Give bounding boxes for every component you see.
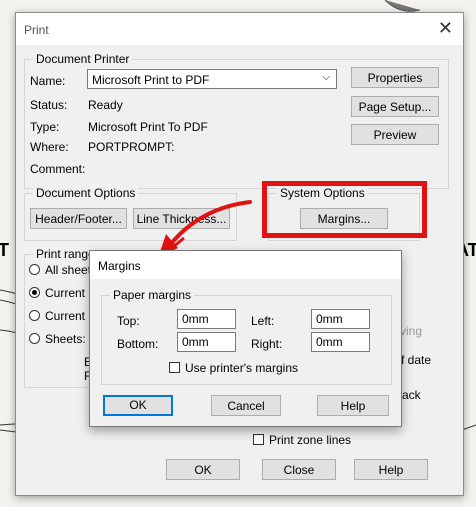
- status-value: Ready: [88, 98, 123, 112]
- top-input[interactable]: 0mm: [177, 309, 236, 329]
- comment-label: Comment:: [30, 162, 86, 176]
- document-options-label: Document Options: [33, 186, 139, 200]
- type-value: Microsoft Print To PDF: [88, 120, 208, 134]
- current-sheet-radio-1[interactable]: [29, 287, 40, 298]
- left-input[interactable]: 0mm: [311, 309, 370, 329]
- properties-button[interactable]: Properties: [351, 67, 439, 88]
- sheets-radio[interactable]: [29, 333, 40, 344]
- name-label: Name:: [30, 74, 66, 88]
- print-title: Print: [24, 23, 49, 37]
- chevron-down-icon: ⌵: [322, 72, 330, 83]
- where-label: Where:: [30, 140, 69, 154]
- margins-cancel-button[interactable]: Cancel: [211, 395, 281, 416]
- bg-text-left: T: [0, 240, 9, 260]
- right-label: Right:: [251, 337, 283, 351]
- partial-ack: ack: [402, 388, 421, 402]
- margins-dialog: Margins Paper margins Top: 0mm Left: 0mm…: [89, 250, 402, 427]
- current-sheet-label-2: Current s: [45, 309, 95, 323]
- type-label: Type:: [30, 120, 60, 134]
- bottom-input[interactable]: 0mm: [177, 332, 236, 352]
- top-label: Top:: [117, 314, 140, 328]
- highlight-box: [262, 181, 427, 238]
- sheets-label: Sheets:: [45, 332, 86, 346]
- margins-titlebar: Margins: [90, 251, 401, 279]
- bottom-label: Bottom:: [117, 337, 159, 351]
- help-button[interactable]: Help: [354, 459, 428, 480]
- ok-button[interactable]: OK: [166, 459, 240, 480]
- print-range-label: Print range: [33, 247, 98, 261]
- header-footer-button[interactable]: Header/Footer...: [30, 208, 127, 229]
- printer-name-value: Microsoft Print to PDF: [92, 73, 210, 87]
- page-setup-button[interactable]: Page Setup...: [351, 96, 439, 117]
- print-zone-lines-checkbox[interactable]: [253, 434, 264, 445]
- all-sheets-label: All sheet: [45, 263, 92, 277]
- margins-ok-button[interactable]: OK: [103, 395, 173, 416]
- where-value: PORTPROMPT:: [88, 140, 175, 154]
- margins-title: Margins: [98, 259, 141, 273]
- current-sheet-label-1: Current s: [45, 286, 95, 300]
- print-titlebar: Print ✕: [16, 13, 463, 45]
- right-input[interactable]: 0mm: [311, 332, 370, 352]
- print-zone-lines-label: Print zone lines: [269, 433, 352, 447]
- partial-ving: ving: [400, 324, 423, 338]
- partial-date: f date: [401, 353, 432, 367]
- close-button[interactable]: Close: [262, 459, 336, 480]
- margins-help-button[interactable]: Help: [317, 395, 389, 416]
- status-label: Status:: [30, 98, 68, 112]
- all-sheets-radio[interactable]: [29, 264, 40, 275]
- use-printer-margins-checkbox[interactable]: [169, 362, 180, 373]
- preview-button[interactable]: Preview: [351, 124, 439, 145]
- paper-margins-label: Paper margins: [110, 288, 195, 302]
- left-label: Left:: [251, 314, 275, 328]
- close-icon[interactable]: ✕: [438, 19, 453, 37]
- document-printer-label: Document Printer: [33, 52, 133, 66]
- current-sheet-radio-2[interactable]: [29, 310, 40, 321]
- printer-name-select[interactable]: Microsoft Print to PDF ⌵: [87, 69, 337, 89]
- use-printer-margins-label: Use printer's margins: [185, 361, 298, 375]
